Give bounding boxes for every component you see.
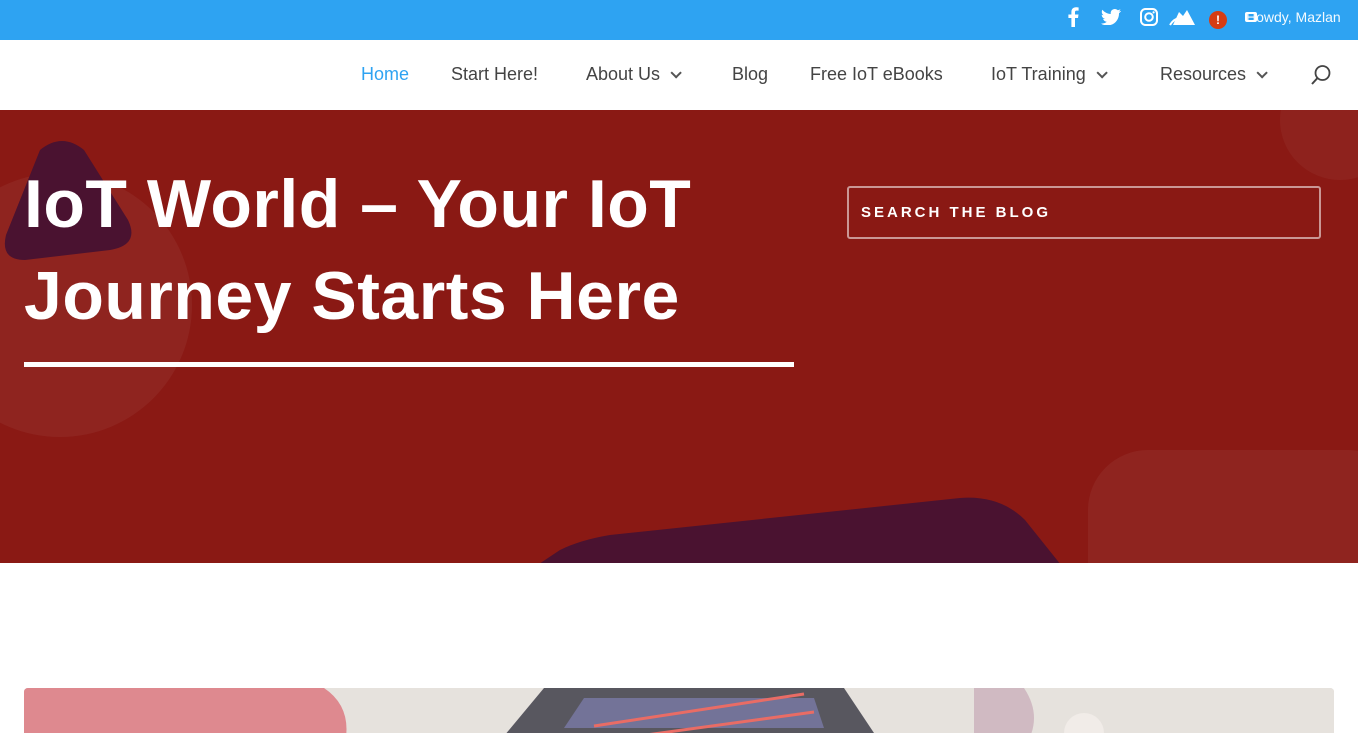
chevron-down-icon	[1096, 66, 1108, 79]
nav-item-resources[interactable]: Resources	[1160, 64, 1268, 85]
nav-item-label: Home	[361, 64, 410, 84]
hero-section: IoT World – Your IoT Journey Starts Here	[0, 110, 1358, 563]
chevron-down-icon	[1256, 66, 1268, 79]
blog-search-input[interactable]	[847, 186, 1321, 239]
howdy-user[interactable]: Howdy, Mazlan	[1246, 9, 1341, 25]
hero-title: IoT World – Your IoT Journey Starts Here	[24, 158, 804, 342]
top-bar: ! Howdy, Mazlan	[0, 0, 1358, 40]
nav-item-about-us[interactable]: About Us	[586, 64, 682, 85]
nav-item-label: Resources	[1160, 64, 1247, 84]
search-icon[interactable]	[1310, 64, 1332, 86]
nav-item-label: Free IoT eBooks	[810, 64, 943, 84]
nav-item-iot-training[interactable]: IoT Training	[991, 64, 1108, 85]
nav-item-label: About Us	[586, 64, 661, 84]
featured-image[interactable]	[24, 688, 1334, 733]
nav-item-label: IoT Training	[991, 64, 1086, 84]
nav-item-blog[interactable]: Blog	[732, 64, 768, 85]
facebook-icon[interactable]	[1061, 6, 1085, 28]
featured-image-graphic	[24, 688, 1334, 733]
nav-item-home[interactable]: Home	[361, 64, 409, 85]
warning-badge[interactable]: !	[1209, 11, 1227, 29]
hero-title-line-2: Journey Starts Here	[24, 258, 680, 334]
twitter-icon[interactable]	[1099, 6, 1123, 28]
nav-item-label: Blog	[732, 64, 769, 84]
hero-title-line-1: IoT World – Your IoT	[24, 166, 692, 242]
nav-item-free-iot-ebooks[interactable]: Free IoT eBooks	[810, 64, 943, 85]
cloud-icon[interactable]	[1168, 6, 1198, 28]
instagram-icon[interactable]	[1137, 6, 1161, 28]
main-navigation: Home Start Here! About Us Blog Free IoT …	[0, 40, 1358, 110]
nav-item-start-here[interactable]: Start Here!	[451, 64, 538, 85]
hero-divider	[24, 362, 794, 367]
chevron-down-icon	[670, 66, 682, 79]
nav-item-label: Start Here!	[451, 64, 539, 84]
